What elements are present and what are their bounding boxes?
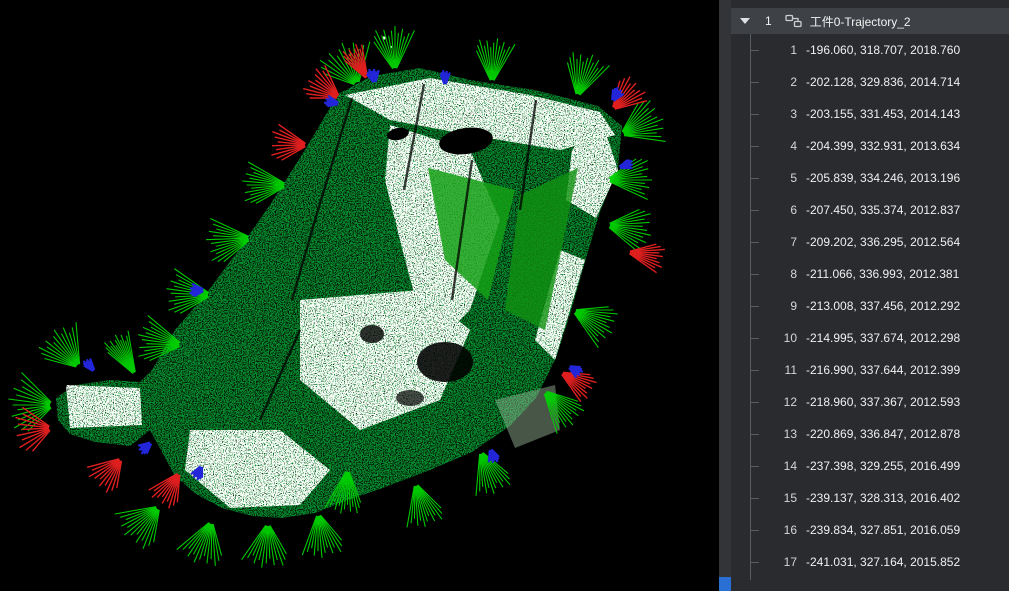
trajectory-panel: 1 工件0-Trajectory_2 1 -196.060, 318.707, … [731,0,1009,591]
trajectory-point-row[interactable]: 4 -204.399, 332.931, 2013.634 [731,130,1009,162]
node-label: 工件0-Trajectory_2 [810,13,911,30]
tree-tick [750,274,759,275]
trajectory-point-row[interactable]: 5 -205.839, 334.246, 2013.196 [731,162,1009,194]
point-coordinates: -220.869, 336.847, 2012.878 [806,427,960,441]
tree-tick [750,114,759,115]
trajectory-point-row[interactable]: 10 -214.995, 337.674, 2012.298 [731,322,1009,354]
point-coordinates: -241.031, 327.164, 2015.852 [806,555,960,569]
point-index: 3 [761,107,797,121]
point-index: 16 [761,523,797,537]
tree-tick [750,402,759,403]
point-coordinates: -202.128, 329.836, 2014.714 [806,75,960,89]
viewport-3d[interactable] [0,0,719,591]
point-index: 15 [761,491,797,505]
tree-tick [750,370,759,371]
expand-caret-icon[interactable] [740,18,750,24]
point-coordinates: -216.990, 337.644, 2012.399 [806,363,960,377]
point-index: 11 [761,363,797,377]
tree-tick [750,82,759,83]
trajectory-point-list: 1 -196.060, 318.707, 2018.760 2 -202.128… [731,34,1009,591]
tree-tick [750,530,759,531]
point-index: 6 [761,203,797,217]
point-index: 17 [761,555,797,569]
trajectory-point-row[interactable]: 2 -202.128, 329.836, 2014.714 [731,66,1009,98]
tree-tick [750,50,759,51]
trajectory-point-row[interactable]: 6 -207.450, 335.374, 2012.837 [731,194,1009,226]
point-coordinates: -205.839, 334.246, 2013.196 [806,171,960,185]
trajectory-point-row[interactable]: 17 -241.031, 327.164, 2015.852 [731,546,1009,578]
point-coordinates: -196.060, 318.707, 2018.760 [806,43,960,57]
trajectory-point-row[interactable]: 9 -213.008, 337.456, 2012.292 [731,290,1009,322]
point-index: 14 [761,459,797,473]
point-coordinates: -207.450, 335.374, 2012.837 [806,203,960,217]
tree-tick [750,242,759,243]
point-coordinates: -209.202, 336.295, 2012.564 [806,235,960,249]
trajectory-icon [785,14,802,28]
point-coordinates: -239.137, 328.313, 2016.402 [806,491,960,505]
trajectory-point-row[interactable]: 8 -211.066, 336.993, 2012.381 [731,258,1009,290]
trajectory-point-row[interactable]: 16 -239.834, 327.851, 2016.059 [731,514,1009,546]
trajectory-node-header[interactable]: 1 工件0-Trajectory_2 [731,8,1009,34]
point-coordinates: -218.960, 337.367, 2012.593 [806,395,960,409]
point-coordinates: -214.995, 337.674, 2012.298 [806,331,960,345]
tree-tick [750,210,759,211]
trajectory-point-row[interactable]: 12 -218.960, 337.367, 2012.593 [731,386,1009,418]
point-index: 10 [761,331,797,345]
node-id: 1 [765,14,772,28]
trajectory-point-row[interactable]: 13 -220.869, 336.847, 2012.878 [731,418,1009,450]
trajectory-point-row[interactable]: 11 -216.990, 337.644, 2012.399 [731,354,1009,386]
point-coordinates: -204.399, 332.931, 2013.634 [806,139,960,153]
point-index: 12 [761,395,797,409]
point-index: 5 [761,171,797,185]
tree-tick [750,338,759,339]
point-index: 7 [761,235,797,249]
tree-tick [750,146,759,147]
trajectory-point-row[interactable]: 1 -196.060, 318.707, 2018.760 [731,34,1009,66]
tree-tick [750,306,759,307]
panel-splitter[interactable] [719,0,731,591]
tree-tick [750,498,759,499]
trajectory-point-row[interactable]: 15 -239.137, 328.313, 2016.402 [731,482,1009,514]
trajectory-point-row[interactable]: 14 -237.398, 329.255, 2016.499 [731,450,1009,482]
tree-tick [750,466,759,467]
point-index: 13 [761,427,797,441]
point-index: 2 [761,75,797,89]
trajectory-point-row[interactable]: 7 -209.202, 336.295, 2012.564 [731,226,1009,258]
point-index: 8 [761,267,797,281]
trajectory-point-row[interactable]: 3 -203.155, 331.453, 2014.143 [731,98,1009,130]
tree-tick [750,562,759,563]
point-coordinates: -203.155, 331.453, 2014.143 [806,107,960,121]
point-coordinates: -239.834, 327.851, 2016.059 [806,523,960,537]
point-index: 1 [761,43,797,57]
point-index: 4 [761,139,797,153]
point-coordinates: -211.066, 336.993, 2012.381 [806,267,959,281]
tree-tick [750,178,759,179]
point-cloud-canvas[interactable] [0,0,719,591]
splitter-accent [719,577,731,591]
tree-tick [750,434,759,435]
point-index: 9 [761,299,797,313]
point-coordinates: -237.398, 329.255, 2016.499 [806,459,960,473]
point-coordinates: -213.008, 337.456, 2012.292 [806,299,960,313]
